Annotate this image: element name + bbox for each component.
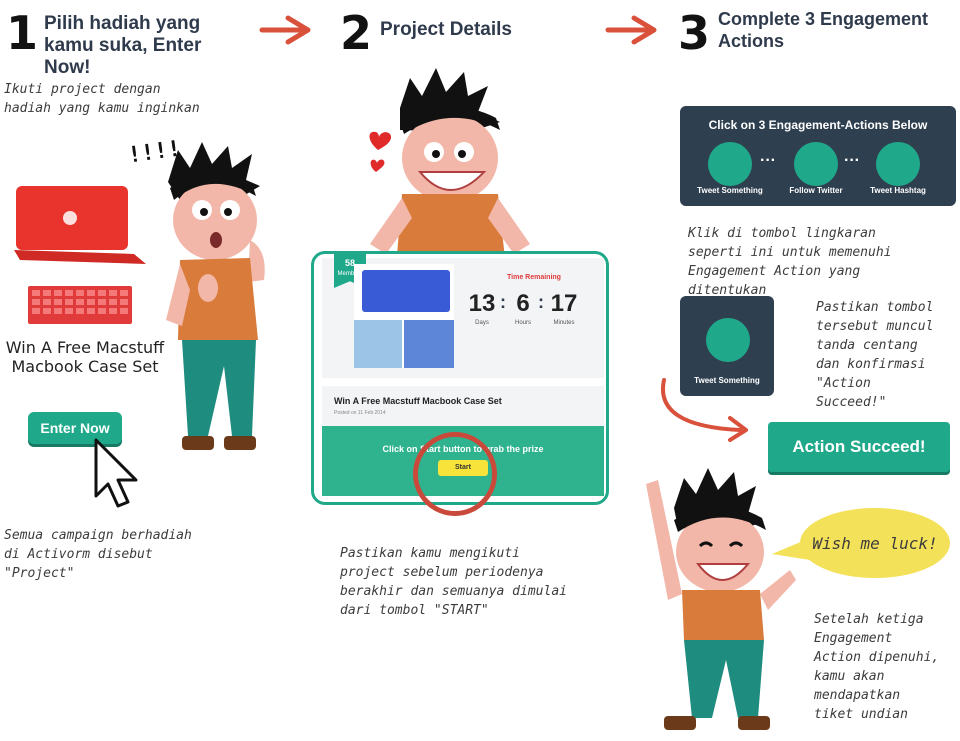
step3-footer: Setelah ketiga Engagement Action dipenuh… [814, 612, 940, 722]
step1-number: 1 [6, 6, 39, 60]
surprised-character [166, 142, 265, 450]
confirm-text: Pastikan tombol tersebut muncul tanda ce… [816, 300, 934, 410]
action-label: Tweet Hashtag [870, 186, 926, 195]
step3-number: 3 [678, 6, 711, 60]
arrow-right-icon [605, 15, 657, 45]
posted-date: Posted on 11 Feb 2014 [334, 410, 386, 416]
highlight-circle [413, 432, 497, 516]
action-label: Follow Twitter [789, 186, 843, 195]
arrow-right-icon [259, 15, 311, 45]
step2-number: 2 [340, 6, 373, 60]
hashtag-action-button[interactable] [876, 142, 920, 186]
curved-arrow-icon [660, 378, 748, 442]
tweet-action-button[interactable] [708, 142, 752, 186]
step1-footer: Semua campaign berhadiah di Activorm dis… [4, 528, 192, 581]
project-product-image [354, 264, 454, 368]
days-value: 13 [468, 290, 496, 317]
heart-icon [369, 131, 392, 172]
engagement-panel-title: Click on 3 Engagement-Actions Below [708, 118, 928, 132]
step2-footer: Pastikan kamu mengikuti project sebelum … [340, 546, 567, 618]
engagement-panel: Click on 3 Engagement-Actions Below ··· … [680, 106, 956, 206]
hours-label: Hours [514, 320, 531, 326]
step1-description: Ikuti project dengan hadiah yang kamu in… [4, 82, 200, 116]
days-label: Days [475, 320, 489, 326]
project-title: Win A Free Macstuff Macbook Case Set [334, 396, 502, 406]
step3-description: Klik di tombol lingkaran seperti ini unt… [688, 226, 892, 298]
project-info: Win A Free Macstuff Macbook Case Set Pos… [322, 386, 604, 426]
macbook-image [14, 186, 146, 324]
cursor-icon [94, 438, 138, 508]
action-label: Tweet Something [697, 186, 763, 195]
step2-title: Project Details [380, 19, 512, 40]
dots-separator: ··· [760, 152, 776, 169]
step1-title: Pilih hadiah yang kamu suka, Enter Now! [44, 13, 202, 78]
speech-bubble-text: Wish me luck! [812, 534, 938, 553]
minutes-value: 17 [550, 290, 578, 317]
step3-title: Complete 3 Engagement Actions [718, 9, 929, 51]
minutes-label: Minutes [553, 320, 575, 326]
product-title: Win A Free Macstuff Macbook Case Set [5, 338, 165, 376]
follow-action-button[interactable] [794, 142, 838, 186]
tweet-action-button[interactable] [706, 318, 750, 362]
time-remaining-label: Time Remaining [507, 274, 561, 281]
cheering-character [646, 468, 796, 730]
hours-value: 6 [516, 290, 530, 317]
dots-separator: ··· [844, 152, 860, 169]
